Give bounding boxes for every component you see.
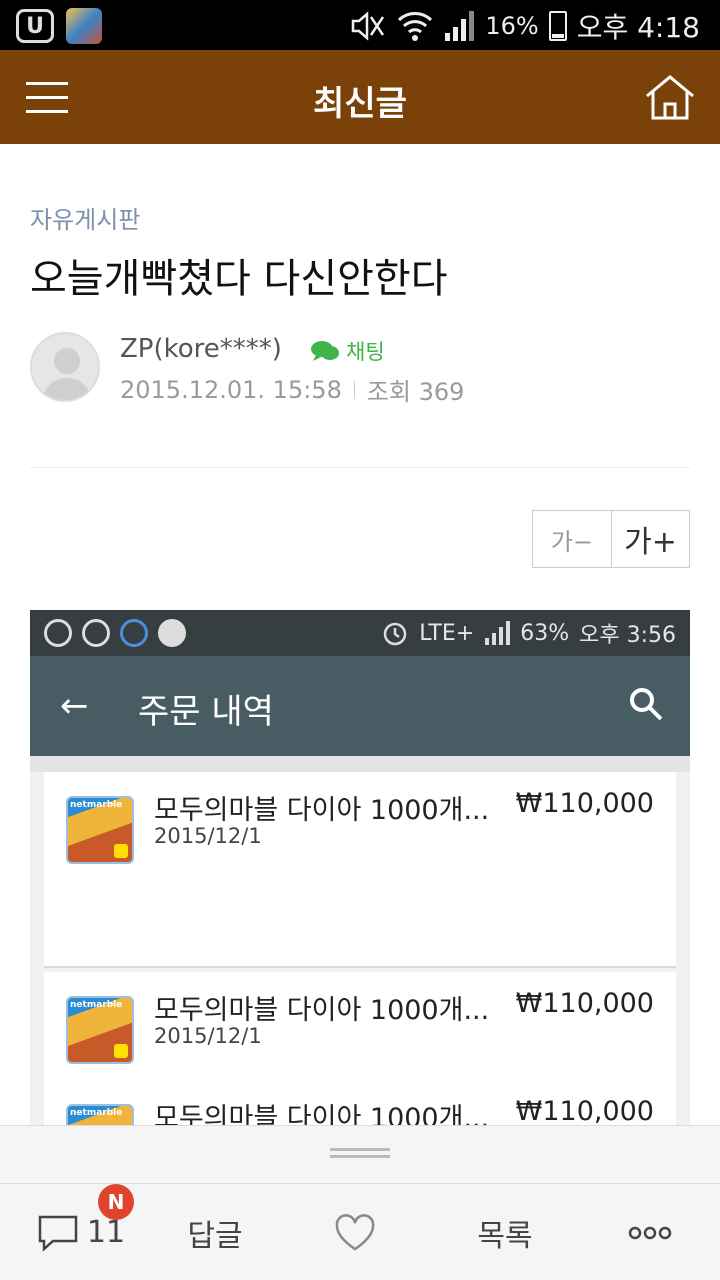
search-icon <box>630 688 663 721</box>
talk-icon <box>158 619 186 647</box>
app-notification-icon <box>44 619 72 647</box>
order-item: 모두의마블 다이아 1000개... ₩110,000 <box>44 1080 676 1125</box>
order-item: 모두의마블 다이아 1000개... 2015/12/1 ₩110,000 <box>44 772 676 864</box>
alarm-icon <box>383 622 407 646</box>
wifi-icon <box>398 12 433 41</box>
chat-bubble-icon <box>311 341 339 361</box>
more-button[interactable] <box>610 1184 690 1280</box>
bottom-sheet-handle[interactable] <box>0 1125 720 1183</box>
app-bar: 최신글 <box>0 50 720 144</box>
game-app-icon <box>66 996 134 1064</box>
new-badge: N <box>98 1184 134 1220</box>
post-meta: 2015.12.01. 15:58 조회 369 <box>120 372 464 407</box>
embedded-title: 주문 내역 <box>138 692 274 732</box>
s-app-icon <box>120 619 148 647</box>
chat-button[interactable]: 채팅 <box>310 336 385 366</box>
embedded-status-bar: LTE+ 63% 오후 3:56 <box>30 610 690 656</box>
bottom-action-bar: 11 N 답글 목록 <box>0 1183 720 1280</box>
page-title: 최신글 <box>313 84 407 124</box>
order-price: ₩110,000 <box>515 988 654 1019</box>
more-dots-icon <box>628 1226 672 1239</box>
post-date: 2015.12.01. 15:58 <box>120 375 342 404</box>
order-price: ₩110,000 <box>515 1096 654 1125</box>
comment-count: 11 <box>86 1215 126 1250</box>
battery-icon <box>548 11 567 41</box>
embedded-network: LTE+ <box>419 620 475 646</box>
shadow <box>30 756 690 772</box>
game-app-icon <box>66 796 134 864</box>
order-date: 2015/12/1 <box>154 824 262 848</box>
embedded-app-bar: ← 주문 내역 <box>30 656 690 756</box>
reply-button[interactable]: 답글 <box>160 1184 270 1280</box>
font-smaller-button[interactable]: 가− <box>533 511 611 567</box>
meta-separator <box>353 380 355 399</box>
order-item: 모두의마블 다이아 1000개... 2015/12/1 ₩110,000 <box>44 972 676 1064</box>
embedded-battery: 63% <box>520 620 570 646</box>
attached-screenshot[interactable]: LTE+ 63% 오후 3:56 ← 주문 내역 모두의마블 다이아 1000개… <box>30 610 690 1125</box>
comment-icon <box>38 1215 78 1252</box>
order-card: 모두의마블 다이아 1000개... 2015/12/1 ₩110,000 모두… <box>44 972 676 1125</box>
battery-percent: 16% <box>485 12 539 40</box>
list-button[interactable]: 목록 <box>450 1184 560 1280</box>
status-bar: U 16% 오후 4:18 <box>0 0 720 50</box>
order-name: 모두의마블 다이아 1000개... <box>154 995 490 1026</box>
u-plus-app-icon: U <box>16 9 54 43</box>
view-count: 조회 369 <box>366 378 465 406</box>
home-icon[interactable] <box>644 74 696 120</box>
chat-label: 채팅 <box>346 340 385 364</box>
heart-icon <box>335 1213 375 1250</box>
avatar[interactable] <box>30 332 100 402</box>
order-card: 모두의마블 다이아 1000개... 2015/12/1 ₩110,000 <box>44 772 676 968</box>
default-user-icon <box>42 348 92 400</box>
embedded-clock: 오후 3:56 <box>579 623 676 648</box>
mute-icon <box>352 11 385 41</box>
order-date: 2015/12/1 <box>154 1024 262 1048</box>
font-size-controls: 가− 가+ <box>532 510 690 568</box>
post-title: 오늘개빡쳤다 다신안한다 <box>30 256 448 302</box>
font-larger-button[interactable]: 가+ <box>611 511 689 567</box>
author-name[interactable]: ZP(kore****) <box>120 334 282 364</box>
like-button[interactable] <box>320 1184 390 1280</box>
drag-handle-icon[interactable] <box>330 1148 390 1158</box>
game-app-icon <box>66 1104 134 1125</box>
clock: 오후 4:18 <box>576 11 700 44</box>
back-arrow-icon: ← <box>60 686 89 726</box>
cafe-icon <box>82 619 110 647</box>
divider <box>30 467 690 468</box>
order-name: 모두의마블 다이아 1000개... <box>154 795 490 826</box>
game-notification-icon <box>66 8 102 44</box>
embedded-signal-icon <box>485 621 511 645</box>
board-category-link[interactable]: 자유게시판 <box>30 200 140 235</box>
order-price: ₩110,000 <box>515 788 654 819</box>
signal-icon <box>445 11 475 41</box>
order-name: 모두의마블 다이아 1000개... <box>154 1103 490 1125</box>
